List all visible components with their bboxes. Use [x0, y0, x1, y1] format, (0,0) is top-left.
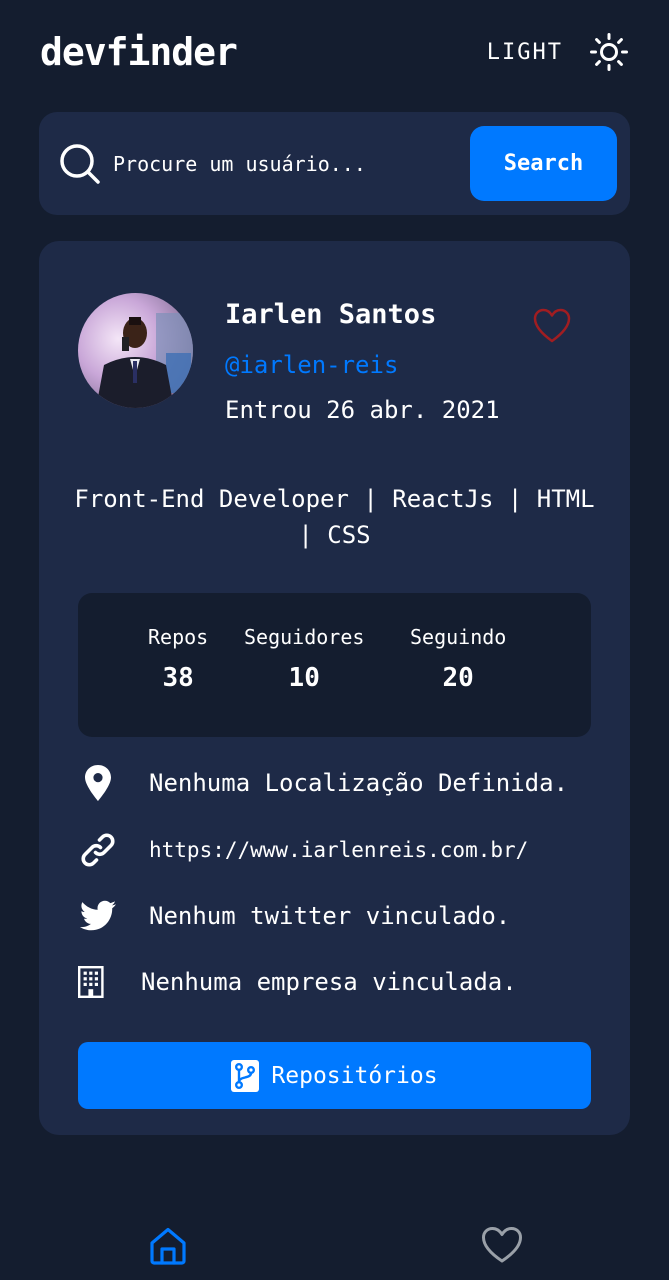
company-row: Nenhuma empresa vinculada.	[78, 962, 517, 1002]
stat-followers: Seguidores 10	[244, 625, 364, 693]
profile-login-link[interactable]: @iarlen-reis	[225, 351, 398, 379]
twitter-text: Nenhum twitter vinculado.	[149, 902, 511, 930]
repositories-button[interactable]: Repositórios	[78, 1042, 591, 1109]
stat-label: Repos	[148, 625, 209, 649]
stat-label: Seguidores	[244, 625, 365, 649]
profile-joined-date: Entrou 26 abr. 2021	[225, 396, 500, 424]
sun-icon	[590, 33, 628, 71]
twitter-icon	[79, 900, 116, 931]
heart-icon[interactable]	[481, 1226, 523, 1264]
profile-card: Iarlen Santos @iarlen-reis Entrou 26 abr…	[39, 241, 630, 1135]
location-pin-icon	[85, 765, 111, 801]
search-icon	[60, 143, 100, 184]
website-link[interactable]: https://www.iarlenreis.com.br/	[149, 838, 528, 862]
stat-value: 10	[288, 663, 320, 693]
link-icon	[81, 833, 115, 867]
search-input[interactable]	[113, 151, 470, 176]
twitter-row: Nenhum twitter vinculado.	[78, 896, 510, 936]
stat-label: Seguindo	[410, 625, 507, 649]
theme-label: LIGHT	[486, 39, 563, 65]
profile-bio: Front-End Developer | ReactJs | HTML | C…	[74, 485, 595, 549]
search-bar: Search	[39, 112, 630, 215]
bottom-nav	[0, 1210, 669, 1280]
stats-panel: Repos 38 Seguidores 10 Seguindo 20	[78, 593, 591, 737]
building-icon	[78, 966, 104, 998]
location-text: Nenhuma Localização Definida.	[149, 769, 569, 797]
avatar	[78, 293, 193, 408]
home-icon[interactable]	[148, 1226, 188, 1266]
search-button[interactable]: Search	[470, 126, 617, 201]
website-row: https://www.iarlenreis.com.br/	[78, 830, 528, 870]
theme-toggle[interactable]: LIGHT	[487, 32, 629, 72]
stat-following: Seguindo 20	[410, 625, 506, 693]
heart-outline-icon[interactable]	[533, 308, 571, 344]
repositories-button-label: Repositórios	[271, 1062, 438, 1089]
stat-value: 20	[442, 663, 474, 693]
app-header: devfinder LIGHT	[40, 24, 629, 80]
app-logo: devfinder	[40, 30, 238, 74]
stat-value: 38	[162, 663, 194, 693]
branch-icon	[231, 1059, 260, 1092]
profile-name: Iarlen Santos	[225, 299, 437, 330]
company-text: Nenhuma empresa vinculada.	[141, 968, 517, 996]
stat-repos: Repos 38	[148, 625, 208, 693]
location-row: Nenhuma Localização Definida.	[78, 763, 568, 803]
